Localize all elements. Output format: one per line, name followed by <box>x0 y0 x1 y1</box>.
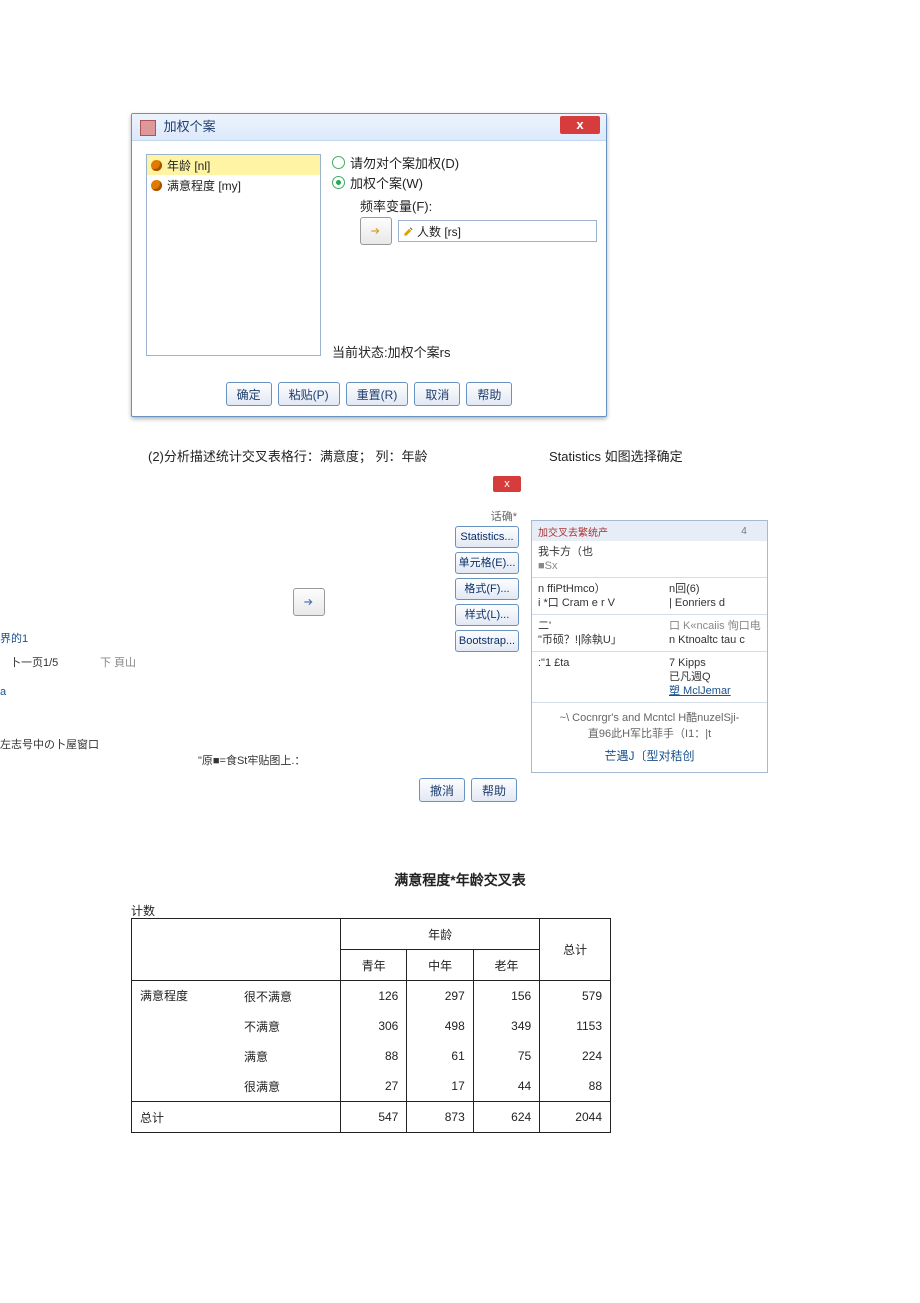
option-text[interactable]: :"1 £ta <box>538 656 669 698</box>
row-group: 满意程度 <box>132 981 236 1102</box>
style-button[interactable]: 样式(L)... <box>455 604 519 626</box>
col-group: 年龄 <box>340 919 539 950</box>
help-button[interactable]: 帮助 <box>466 382 512 406</box>
cancel-button[interactable]: 撤消 <box>419 778 465 802</box>
freq-field[interactable]: 人数 [rs] <box>398 220 597 242</box>
radio-weight[interactable]: 加权个案(W) <box>332 172 597 192</box>
list-item[interactable]: 年龄 [nl] <box>147 155 320 175</box>
step-text-2: Statistics 如图选择确定 <box>549 446 683 465</box>
crosstab-table: 年龄 总计 青年 中年 老年 满意程度 很不满意 126 297 156 579… <box>131 918 611 1133</box>
pencil-icon <box>403 226 414 237</box>
weight-cases-dialog: 加权个案 x 年龄 [nl] 满意程度 [my] 请勿对个案加权(D) 加权个案… <box>131 113 607 417</box>
move-button[interactable] <box>293 588 325 616</box>
row-name: 不满意 <box>236 1011 340 1041</box>
help-button[interactable]: 帮助 <box>471 778 517 802</box>
ok-button[interactable]: 确定 <box>226 382 272 406</box>
footer-text: ~\ Cocnrgr's and Mcntcl H酷nuzelSji-直96此H… <box>532 702 767 747</box>
statistics-button[interactable]: Statistics... <box>455 526 519 548</box>
cancel-button[interactable]: 取消 <box>414 382 460 406</box>
format-button[interactable]: 格式(F)... <box>455 578 519 600</box>
close-button[interactable]: x <box>493 476 521 492</box>
option-text[interactable]: 二'"币硕？!|除執U」 <box>538 619 669 647</box>
panel-header: 加交叉去繁统产 <box>532 524 721 539</box>
statistics-panel: 加交叉去繁统产4 我卡方（也■Sx n ffiPtHmco）i *口 Cram … <box>531 520 768 773</box>
table-title: 满意程度*年龄交叉表 <box>0 870 920 890</box>
var-icon <box>151 160 162 171</box>
total-label: 总计 <box>132 1102 341 1133</box>
col-header: 青年 <box>340 950 406 981</box>
option-text[interactable]: n ffiPtHmco）i *口 Cram e r V <box>538 582 669 610</box>
fragment-text: a <box>0 686 6 698</box>
fragment-text: 下 頁山 <box>100 654 136 670</box>
radio-icon <box>332 176 345 189</box>
list-item[interactable]: 满意程度 [my] <box>147 175 320 195</box>
row-name: 满意 <box>236 1041 340 1071</box>
garbled-text: "原■=食St牢贴图上.： <box>198 752 305 768</box>
move-button[interactable] <box>360 217 392 245</box>
col-header: 老年 <box>473 950 539 981</box>
status-text: 当前状态:加权个案rs <box>332 342 450 361</box>
close-button[interactable]: x <box>560 116 600 134</box>
option-text[interactable]: 口 K«ncaiis 恂口电n Ktnoaltc tau c <box>669 619 761 647</box>
radio-no-weight[interactable]: 请勿对个案加权(D) <box>332 152 597 172</box>
variable-list[interactable]: 年龄 [nl] 满意程度 [my] <box>146 154 321 356</box>
count-label: 计数 <box>131 902 155 919</box>
col-header: 中年 <box>407 950 473 981</box>
step-text-1: (2)分析描述统计交叉表格行：满意度； 列：年龄 <box>148 446 428 465</box>
arrow-right-icon <box>302 595 316 609</box>
chi-square-check[interactable]: 我卡方（也■Sx <box>538 545 669 573</box>
row-name: 很满意 <box>236 1071 340 1102</box>
radio-icon <box>332 156 345 169</box>
bootstrap-button[interactable]: Bootstrap... <box>455 630 519 652</box>
row-name: 很不满意 <box>236 981 340 1012</box>
option-text[interactable]: 7 Kipps已凡週Q塑 MclJemar <box>669 656 761 698</box>
fragment-text: 左志号中の卜屋窗口 <box>0 736 99 752</box>
garbled-text: 话确* <box>491 508 517 524</box>
dialog-title: 加权个案 <box>132 114 606 141</box>
paste-button[interactable]: 粘贴(P) <box>278 382 340 406</box>
freq-label: 频率变量(F): <box>360 196 597 215</box>
arrow-right-icon <box>369 224 383 238</box>
cells-button[interactable]: 单元格(E)... <box>455 552 519 574</box>
col-total: 总计 <box>540 919 611 981</box>
panel-header-num: 4 <box>721 526 767 537</box>
var-icon <box>151 180 162 191</box>
footer-link[interactable]: 芒遇J〔型对秸创 <box>532 747 767 772</box>
fragment-text: 卜一页1/5 <box>10 654 58 670</box>
crosstabs-dialog: x 话确* Statistics... 单元格(E)... 格式(F)... 样… <box>128 470 527 810</box>
reset-button[interactable]: 重置(R) <box>346 382 409 406</box>
option-text[interactable]: n回(6)| Eonriers d <box>669 582 761 610</box>
button-row: 确定 粘贴(P) 重置(R) 取消 帮助 <box>132 382 606 406</box>
fragment-text: 界的1 <box>0 630 28 646</box>
